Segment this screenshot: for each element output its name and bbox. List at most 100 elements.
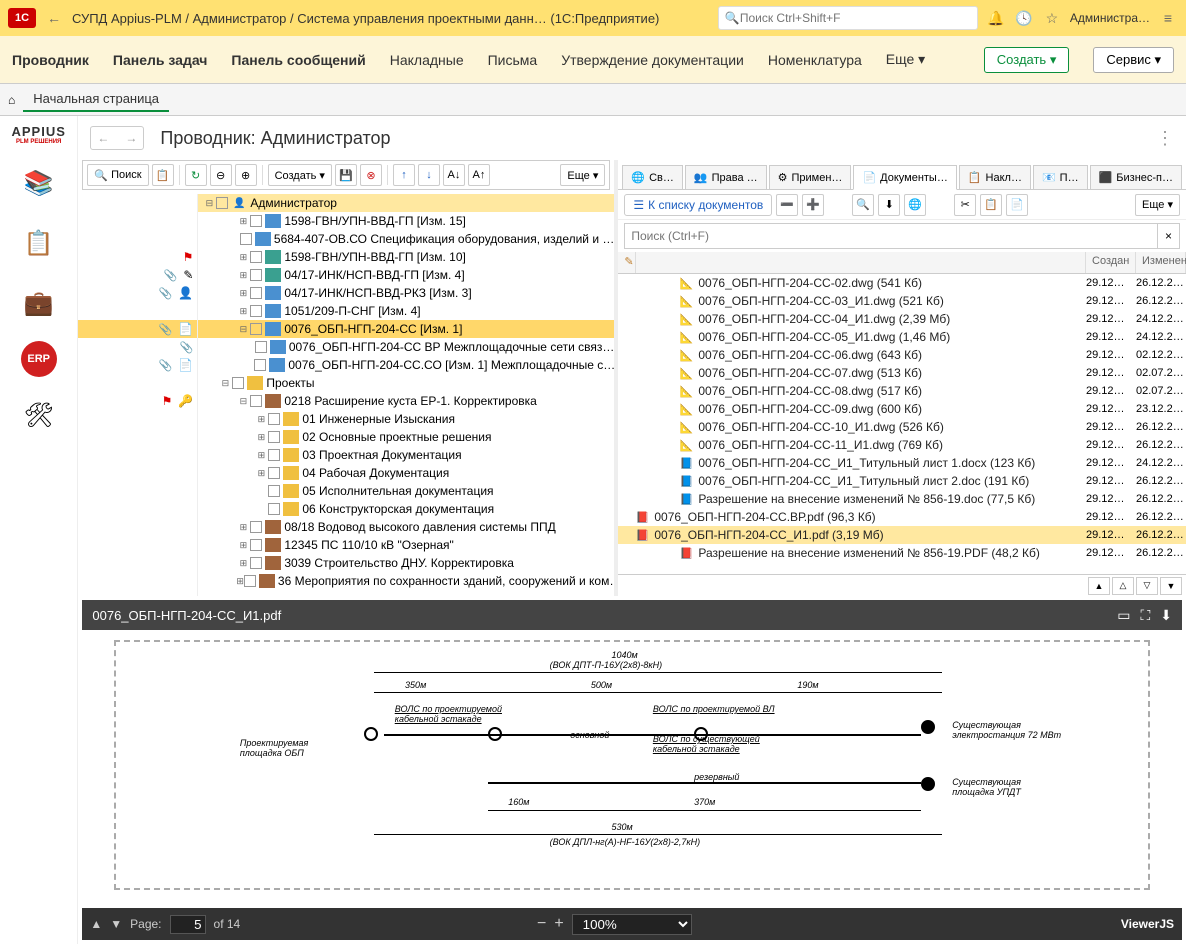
- checkbox[interactable]: [250, 521, 262, 533]
- expander-icon[interactable]: ⊞: [236, 522, 250, 533]
- save-button[interactable]: 💾: [335, 164, 357, 186]
- expander-icon[interactable]: ⊞: [254, 468, 268, 479]
- menu-icon[interactable]: ≡: [1158, 8, 1178, 28]
- tab-0[interactable]: 🌐Св…: [622, 165, 683, 189]
- file-row[interactable]: 📐0076_ОБП-НГП-204-СС-07.dwg (513 Кб)29.1…: [618, 364, 1186, 382]
- page-input[interactable]: [170, 915, 206, 934]
- file-search-input[interactable]: [624, 223, 1158, 249]
- bell-icon[interactable]: 🔔: [986, 8, 1006, 28]
- menu-letters[interactable]: Письма: [488, 52, 538, 68]
- checkbox[interactable]: [268, 449, 280, 461]
- create-button[interactable]: Создать ▾: [984, 47, 1070, 73]
- tree-row[interactable]: ⊞02 Основные проектные решения: [198, 428, 614, 446]
- presentation-icon[interactable]: ▭: [1117, 607, 1130, 624]
- tree-row[interactable]: ⊞1598-ГВН/УПН-ВВД-ГП [Изм. 15]: [198, 212, 614, 230]
- expand-button[interactable]: ⊕: [235, 164, 257, 186]
- scroll-up[interactable]: △: [1112, 577, 1134, 595]
- tab-6[interactable]: ⬛Бизнес-п…: [1090, 165, 1182, 189]
- menu-invoices[interactable]: Накладные: [390, 52, 464, 68]
- back-to-list-link[interactable]: ☰ К списку документов: [624, 194, 772, 216]
- file-row[interactable]: 📐0076_ОБП-НГП-204-СС-10_И1.dwg (526 Кб)2…: [618, 418, 1186, 436]
- create-dropdown[interactable]: Создать ▾: [268, 164, 332, 186]
- tree-row[interactable]: ⊞08/18 Водовод высокого давления системы…: [198, 518, 614, 536]
- file-row[interactable]: 📘0076_ОБП-НГП-204-СС_И1_Титульный лист 2…: [618, 472, 1186, 490]
- tree-row[interactable]: 06 Конструкторская документация: [198, 500, 614, 518]
- expander-icon[interactable]: ⊞: [236, 216, 250, 227]
- file-row[interactable]: 📐0076_ОБП-НГП-204-СС-06.dwg (643 Кб)29.1…: [618, 346, 1186, 364]
- tree-row[interactable]: ⊞04/17-ИНК/НСП-ВВД-ГП [Изм. 4]: [198, 266, 614, 284]
- global-search[interactable]: 🔍: [718, 6, 978, 30]
- scroll-down[interactable]: ▽: [1136, 577, 1158, 595]
- tree-row[interactable]: ⊞01 Инженерные Изыскания: [198, 410, 614, 428]
- checkbox[interactable]: [250, 269, 262, 281]
- star-icon[interactable]: ☆: [1042, 8, 1062, 28]
- tree-root[interactable]: ⊟👤Администратор: [198, 194, 614, 212]
- rt-copy[interactable]: 📋: [980, 194, 1002, 216]
- delete-button[interactable]: ⊗: [360, 164, 382, 186]
- file-row[interactable]: 📐0076_ОБП-НГП-204-СС-04_И1.dwg (2,39 Мб)…: [618, 310, 1186, 328]
- global-search-input[interactable]: [740, 11, 971, 25]
- tree-row[interactable]: ⊟0218 Расширение куста ЕР-1. Корректиров…: [198, 392, 614, 410]
- rt-paste[interactable]: 📄: [1006, 194, 1028, 216]
- checkbox[interactable]: [250, 215, 262, 227]
- tab-1[interactable]: 👥Права …: [685, 165, 767, 189]
- edit-col-icon[interactable]: ✎: [624, 256, 633, 268]
- side-icon-erp[interactable]: ERP: [21, 341, 57, 377]
- checkbox[interactable]: [250, 287, 262, 299]
- download-icon[interactable]: ⬇: [1160, 607, 1172, 624]
- checkbox[interactable]: [268, 503, 280, 515]
- file-row[interactable]: 📕0076_ОБП-НГП-204-СС.ВР.pdf (96,3 Кб)29.…: [618, 508, 1186, 526]
- checkbox[interactable]: [244, 575, 256, 587]
- zoom-out-icon[interactable]: −: [537, 915, 546, 933]
- nav-back[interactable]: ←: [91, 127, 115, 149]
- tree-row[interactable]: ⊟0076_ОБП-НГП-204-СС [Изм. 1]: [198, 320, 614, 338]
- tree-row[interactable]: ⊞12345 ПС 110/10 кВ "Озерная": [198, 536, 614, 554]
- menu-tasks[interactable]: Панель задач: [113, 52, 208, 68]
- tree-row[interactable]: 0076_ОБП-НГП-204-СС ВР Межплощадочные се…: [198, 338, 614, 356]
- tab-2[interactable]: ⚙Примен…: [769, 165, 852, 189]
- col-name[interactable]: [636, 252, 1086, 273]
- user-label[interactable]: Администра…: [1070, 11, 1150, 25]
- file-row[interactable]: 📐0076_ОБП-НГП-204-СС-03_И1.dwg (521 Кб)2…: [618, 292, 1186, 310]
- side-icon-briefcase[interactable]: 💼: [17, 281, 61, 325]
- expander-icon[interactable]: ⊟: [218, 378, 232, 389]
- checkbox[interactable]: [250, 323, 262, 335]
- tree-row[interactable]: ⊟Проекты: [198, 374, 614, 392]
- checkbox[interactable]: [268, 467, 280, 479]
- checkbox[interactable]: [268, 485, 280, 497]
- fullscreen-icon[interactable]: ⛶: [1140, 607, 1150, 624]
- page-down-icon[interactable]: ▼: [110, 917, 122, 931]
- collapse-button[interactable]: ⊖: [210, 164, 232, 186]
- expander-icon[interactable]: ⊞: [236, 576, 244, 587]
- tree-row[interactable]: ⊞3039 Строительство ДНУ. Корректировка: [198, 554, 614, 572]
- expander-icon[interactable]: ⊞: [254, 450, 268, 461]
- search-button[interactable]: 🔍 Поиск: [87, 164, 148, 186]
- side-icon-tools[interactable]: 🛠: [17, 393, 61, 437]
- side-icon-folders[interactable]: 📚: [17, 161, 61, 205]
- rt-zoom-out[interactable]: ➖: [776, 194, 798, 216]
- expander-icon[interactable]: ⊟: [236, 324, 250, 335]
- file-row[interactable]: 📐0076_ОБП-НГП-204-СС-05_И1.dwg (1,46 Мб)…: [618, 328, 1186, 346]
- scroll-bottom[interactable]: ▼: [1160, 577, 1182, 595]
- side-icon-checklist[interactable]: 📋: [17, 221, 61, 265]
- expander-icon[interactable]: ⊞: [236, 288, 250, 299]
- tree-row[interactable]: ⊞03 Проектная Документация: [198, 446, 614, 464]
- tree-row[interactable]: ⊞36 Мероприятия по сохранности зданий, с…: [198, 572, 614, 590]
- tree-row[interactable]: ⊞04 Рабочая Документация: [198, 464, 614, 482]
- tree-row[interactable]: 05 Исполнительная документация: [198, 482, 614, 500]
- nav-fwd[interactable]: →: [119, 127, 143, 149]
- right-more-button[interactable]: Еще ▾: [1135, 194, 1180, 216]
- menu-messages[interactable]: Панель сообщений: [231, 52, 365, 68]
- tab-4[interactable]: 📋Накл…: [959, 165, 1031, 189]
- tree-row[interactable]: ⊞04/17-ИНК/НСП-ВВД-РКЗ [Изм. 3]: [198, 284, 614, 302]
- rt-zoom-in[interactable]: ➕: [802, 194, 824, 216]
- expander-icon[interactable]: ⊞: [254, 432, 268, 443]
- tree-row[interactable]: ⊞1598-ГВН/УПН-ВВД-ГП [Изм. 10]: [198, 248, 614, 266]
- rt-download[interactable]: ⬇: [878, 194, 900, 216]
- checkbox[interactable]: [268, 431, 280, 443]
- sort-asc-button[interactable]: A↓: [443, 164, 465, 186]
- left-more-button[interactable]: Еще ▾: [560, 164, 605, 186]
- copy-button[interactable]: 📋: [152, 164, 174, 186]
- history-icon[interactable]: 🕓: [1014, 8, 1034, 28]
- file-row[interactable]: 📐0076_ОБП-НГП-204-СС-08.dwg (517 Кб)29.1…: [618, 382, 1186, 400]
